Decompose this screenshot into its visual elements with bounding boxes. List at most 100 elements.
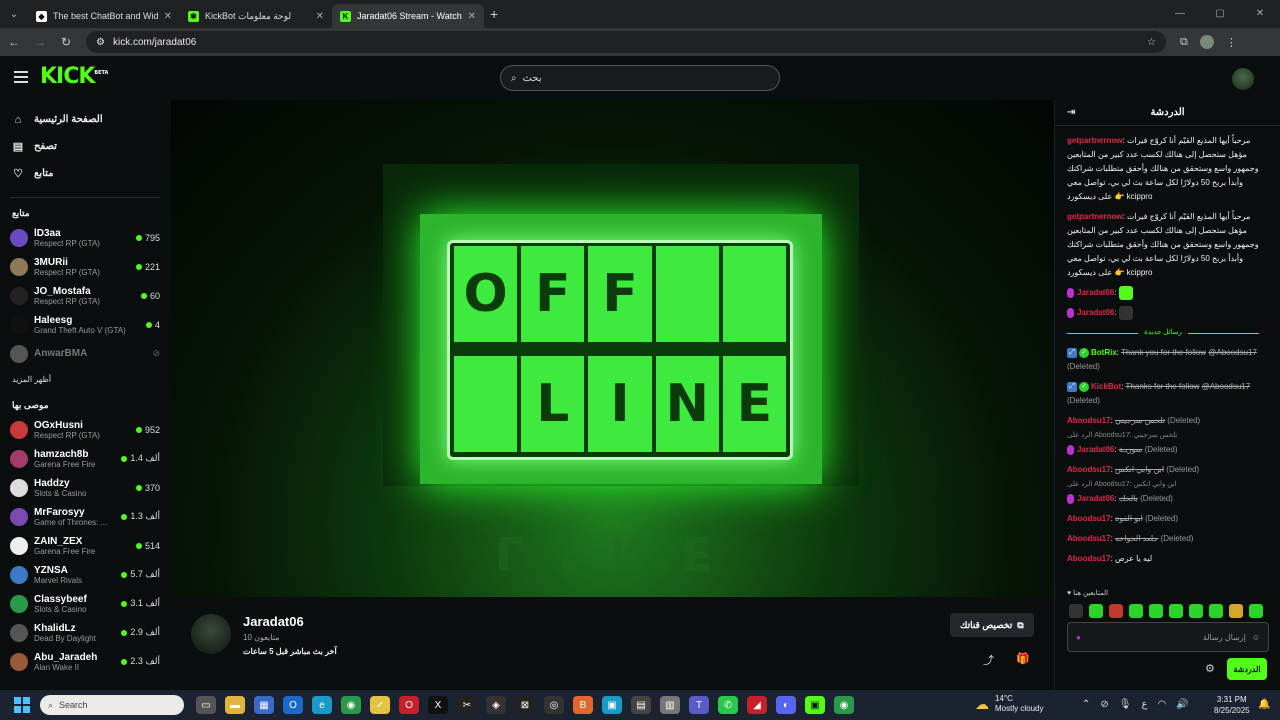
browser-tab-kick[interactable]: K Jaradat06 Stream - Watch Live o ✕ xyxy=(332,4,484,28)
norton-icon[interactable]: ✓ xyxy=(370,696,390,714)
sidebar-channel-item[interactable]: KhalidLz Dead By Daylight 2.9 ألف xyxy=(0,618,170,647)
minimize-icon[interactable]: — xyxy=(1160,0,1200,28)
site-info-icon[interactable]: ⚙ xyxy=(96,37,105,48)
show-more-link[interactable]: أظهر المزيد xyxy=(0,368,170,392)
capcut-icon[interactable]: ✂ xyxy=(457,696,477,714)
back-icon[interactable]: ← xyxy=(2,35,26,49)
outlook-icon[interactable]: O xyxy=(283,696,303,714)
mic-icon[interactable]: 🎙 xyxy=(1119,699,1132,710)
search-input[interactable]: ⌕ بحث xyxy=(500,65,780,91)
app-icon[interactable]: ▣ xyxy=(602,696,622,714)
nav-following[interactable]: ♡ متابع xyxy=(0,160,170,187)
share-icon[interactable]: ⤴ xyxy=(983,652,994,668)
reload-icon[interactable]: ↻ xyxy=(54,35,78,49)
kick-logo[interactable]: KICK BETA xyxy=(40,64,108,89)
streamer-name[interactable]: Jaradat06 xyxy=(243,614,304,629)
language-indicator[interactable]: ع xyxy=(1141,699,1147,710)
chat-username[interactable]: BotRix xyxy=(1091,348,1117,357)
sidebar-channel-item[interactable]: JO_Mostafa Respect RP (GTA) 60 xyxy=(0,281,170,310)
x-icon[interactable]: X xyxy=(428,696,448,714)
video-player[interactable]: O F F L I N E LINE xyxy=(171,100,1054,597)
emote-icon[interactable] xyxy=(1149,604,1163,618)
app-icon[interactable]: ◈ xyxy=(486,696,506,714)
chat-username[interactable]: Jaradat06 xyxy=(1077,288,1114,297)
sidebar-channel-item[interactable]: hamzach8b Garena Free Fire 1.4 ألف xyxy=(0,444,170,473)
sidebar-channel-item[interactable]: YZNSA Marvel Rivals 5.7 ألف xyxy=(0,560,170,589)
bookmark-star-icon[interactable]: ☆ xyxy=(1147,37,1156,48)
weather-widget[interactable]: ☁ 14°C Mostly cloudy xyxy=(975,694,1043,714)
close-tab-icon[interactable]: ✕ xyxy=(164,11,172,22)
url-input[interactable]: ⚙ kick.com/jaradat06 ☆ xyxy=(86,31,1166,53)
emote-icon[interactable] xyxy=(1129,604,1143,618)
chrome-icon[interactable]: ◉ xyxy=(341,696,361,714)
extensions-icon[interactable]: ⧉ xyxy=(1180,36,1188,49)
emote-icon[interactable] xyxy=(1109,604,1123,618)
calculator-icon[interactable]: ▤ xyxy=(631,696,651,714)
forward-icon[interactable]: → xyxy=(28,35,52,49)
file-explorer-icon[interactable]: ▬ xyxy=(225,696,245,714)
chat-username[interactable]: Aboodsu17 xyxy=(1067,554,1111,563)
chat-username[interactable]: Jaradat06 xyxy=(1077,308,1114,317)
new-tab-icon[interactable]: + xyxy=(490,6,498,22)
emote-icon[interactable] xyxy=(1189,604,1203,618)
chat-username[interactable]: Jaradat06 xyxy=(1077,445,1114,454)
sidebar-channel-item[interactable]: 3MURii Respect RP (GTA) 221 xyxy=(0,252,170,281)
mic-icon[interactable]: ● xyxy=(1076,633,1081,642)
chat-username[interactable]: Aboodsu17 xyxy=(1067,416,1111,425)
volume-icon[interactable]: 🔊 xyxy=(1176,699,1188,710)
app-icon[interactable]: ◢ xyxy=(747,696,767,714)
chrome-icon[interactable]: ◉ xyxy=(834,696,854,714)
chat-username[interactable]: Aboodsu17 xyxy=(1067,465,1111,474)
notification-bell-icon[interactable]: 🔔 xyxy=(1258,699,1270,710)
close-tab-icon[interactable]: ✕ xyxy=(316,11,324,22)
whatsapp-icon[interactable]: ✆ xyxy=(718,696,738,714)
chevron-up-icon[interactable]: ⌃ xyxy=(1082,699,1090,710)
sidebar-channel-item[interactable]: MrFarosyy Game of Thrones: ... 1.3 ألف xyxy=(0,502,170,531)
emote-icon[interactable] xyxy=(1209,604,1223,618)
streamer-avatar[interactable] xyxy=(191,614,231,654)
sidebar-channel-item[interactable]: ZAIN_ZEX Garena Free Fire 514 xyxy=(0,531,170,560)
sidebar-channel-item[interactable]: Haleesg Grand Theft Auto V (GTA) 4 xyxy=(0,310,170,339)
opera-icon[interactable]: O xyxy=(399,696,419,714)
teams-icon[interactable]: T xyxy=(689,696,709,714)
edge-icon[interactable]: e xyxy=(312,696,332,714)
chat-username[interactable]: getpartnernow xyxy=(1067,212,1123,221)
sidebar-channel-item[interactable]: Classybeef Slots & Casino 3.1 ألف xyxy=(0,589,170,618)
hamburger-menu-icon[interactable] xyxy=(14,71,28,83)
sidebar-channel-item[interactable]: Abu_Jaradeh Alan Wake II 2.3 ألف xyxy=(0,647,170,676)
capcut-icon[interactable]: ⊠ xyxy=(515,696,535,714)
emoji-icon[interactable]: ☺ xyxy=(1252,633,1260,642)
menu-dots-icon[interactable]: ⋮ xyxy=(1226,36,1237,49)
customize-channel-button[interactable]: تخصيص قناتك ⧉ xyxy=(950,613,1034,637)
obs-icon[interactable]: ◎ xyxy=(544,696,564,714)
emote-icon[interactable] xyxy=(1069,604,1083,618)
chat-username[interactable]: getpartnernow xyxy=(1067,136,1123,145)
nav-browse[interactable]: ▤ تصفح xyxy=(0,133,170,160)
notepad-icon[interactable]: ▥ xyxy=(660,696,680,714)
sidebar-channel-item[interactable]: lD3aa Respect RP (GTA) 795 xyxy=(0,223,170,252)
brave-icon[interactable]: B xyxy=(573,696,593,714)
chat-username[interactable]: Aboodsu17 xyxy=(1067,534,1111,543)
chat-username[interactable]: Aboodsu17 xyxy=(1067,514,1111,523)
taskbar-clock[interactable]: 3:31 PM 8/25/2025 xyxy=(1214,694,1250,716)
network-off-icon[interactable]: ⊘ xyxy=(1100,699,1108,710)
emote-icon[interactable] xyxy=(1249,604,1263,618)
chat-send-button[interactable]: الدردشة xyxy=(1227,658,1267,680)
emote-icon[interactable] xyxy=(1229,604,1243,618)
discord-icon[interactable]: ◐ xyxy=(776,696,796,714)
chat-settings-icon[interactable]: ⚙ xyxy=(1205,662,1215,675)
maximize-icon[interactable]: ▢ xyxy=(1200,0,1240,28)
task-view-icon[interactable]: ▭ xyxy=(196,696,216,714)
tab-search-icon[interactable]: ⌄ xyxy=(0,0,28,28)
taskbar-search-input[interactable]: ⌕ Search xyxy=(40,695,184,715)
wifi-icon[interactable]: ◠ xyxy=(1157,699,1166,710)
browser-tab-botrix[interactable]: ◆ The best ChatBot and Widgets ✕ xyxy=(28,4,180,28)
user-avatar[interactable] xyxy=(1232,68,1254,90)
profile-avatar[interactable] xyxy=(1199,35,1214,49)
chat-username[interactable]: KickBot xyxy=(1091,382,1121,391)
close-window-icon[interactable]: ✕ xyxy=(1240,0,1280,28)
windows-start-icon[interactable] xyxy=(14,697,30,713)
sidebar-channel-item[interactable]: Haddzy Slots & Casino 370 xyxy=(0,473,170,502)
emote-icon[interactable] xyxy=(1169,604,1183,618)
chat-message-input[interactable]: ● إرسال رسالة ☺ xyxy=(1067,622,1269,652)
